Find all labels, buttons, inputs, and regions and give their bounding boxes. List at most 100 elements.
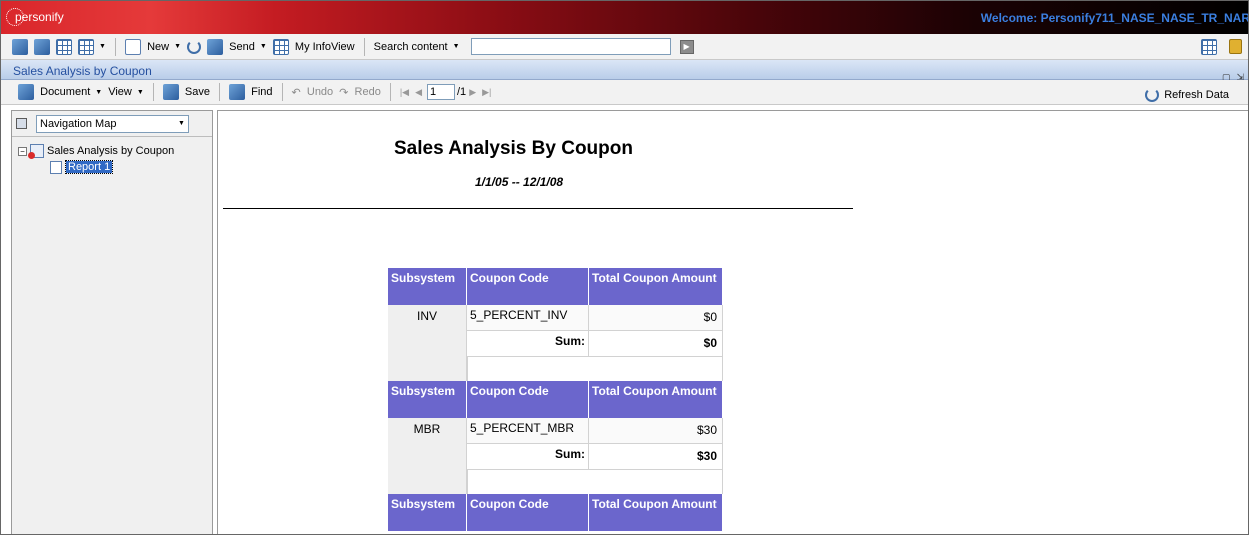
send-button[interactable]: Send ▼: [204, 37, 270, 57]
blank-row: [467, 470, 723, 494]
table-header: Subsystem Coupon Code Total Coupon Amoun…: [388, 268, 723, 305]
document-menu[interactable]: Document ▼: [15, 82, 105, 102]
next-page-icon[interactable]: ▶: [469, 87, 476, 98]
undo-icon: ↶: [291, 86, 301, 99]
top-banner: personify Welcome: Personify711_NASE_NAS…: [1, 1, 1248, 34]
preferences-icon[interactable]: [1201, 39, 1217, 55]
send-icon: [207, 38, 224, 55]
collapse-panel-icon[interactable]: [16, 118, 27, 129]
subsystem-cell: MBR: [388, 418, 467, 494]
view-menu-label: View: [108, 86, 132, 98]
tree-item-report-1[interactable]: Report 1: [18, 159, 212, 175]
my-infoview-button[interactable]: My InfoView: [270, 37, 358, 57]
home-button[interactable]: [9, 37, 31, 57]
tree-root-label: Sales Analysis by Coupon: [47, 145, 175, 157]
header-total-amount: Total Coupon Amount: [589, 494, 723, 531]
sum-label: Sum:: [467, 444, 589, 469]
report-document-icon: [28, 144, 44, 159]
search-scope-button[interactable]: Search content ▼: [371, 37, 463, 57]
document-title: Sales Analysis by Coupon: [13, 64, 152, 78]
search-input[interactable]: [470, 38, 671, 55]
report-date-range: 1/1/05 -- 12/1/08: [475, 175, 564, 189]
send-label: Send: [229, 40, 255, 53]
collapse-toggle-icon[interactable]: −: [18, 146, 27, 156]
report-divider: [223, 208, 853, 209]
document-icon: [18, 84, 34, 100]
documents-icon: [56, 38, 72, 55]
undo-button[interactable]: ↶ Undo: [289, 82, 337, 102]
lock-icon[interactable]: [1229, 39, 1242, 54]
undo-label: Undo: [306, 86, 334, 98]
chevron-down-icon: ▼: [136, 88, 144, 96]
table-row: 5_PERCENT_INV $0: [467, 305, 723, 331]
new-document-icon: [124, 38, 141, 55]
sum-label: Sum:: [467, 331, 589, 356]
header-coupon-code: Coupon Code: [467, 494, 589, 531]
home-icon: [12, 38, 28, 55]
chevron-down-icon: ▼: [178, 120, 185, 127]
navigation-selector[interactable]: Navigation Map ▼: [36, 114, 189, 133]
save-button[interactable]: Save: [160, 82, 213, 102]
tree-item-root[interactable]: − Sales Analysis by Coupon: [18, 143, 212, 159]
documents-button[interactable]: [53, 37, 75, 57]
app-window: personify Welcome: Personify711_NASE_NAS…: [0, 0, 1249, 535]
layout-button[interactable]: ▼: [75, 37, 109, 57]
report-section: Subsystem Coupon Code Total Coupon Amoun…: [388, 494, 723, 531]
table-body: INV 5_PERCENT_INV $0 Sum: $0: [388, 305, 723, 381]
navigation-panel: Navigation Map ▼ − Sales Analysis by Cou…: [11, 110, 213, 534]
report-section: Subsystem Coupon Code Total Coupon Amoun…: [388, 381, 723, 494]
first-page-icon[interactable]: |◀: [400, 87, 409, 98]
favorites-button[interactable]: [31, 37, 53, 57]
save-label: Save: [184, 86, 210, 98]
navigation-selector-value: Navigation Map: [40, 117, 117, 130]
redo-button[interactable]: ↷ Redo: [336, 82, 384, 102]
amount-cell: $30: [589, 418, 723, 443]
header-subsystem: Subsystem: [388, 381, 467, 418]
chevron-down-icon: ▼: [99, 43, 106, 50]
table-header: Subsystem Coupon Code Total Coupon Amoun…: [388, 494, 723, 531]
refresh-data-label: Refresh Data: [1164, 89, 1229, 101]
find-label: Find: [251, 86, 273, 98]
redo-icon: ↷: [339, 86, 349, 99]
document-toolbar: Document ▼ View ▼ Save Find ↶ Undo ↷ Redo …: [1, 80, 1248, 105]
logo-text: personify: [15, 10, 64, 24]
toolbar-divider: [363, 37, 365, 56]
header-total-amount: Total Coupon Amount: [589, 381, 723, 418]
header-coupon-code: Coupon Code: [467, 381, 589, 418]
page-number-input[interactable]: [427, 84, 455, 100]
view-menu[interactable]: View ▼: [105, 82, 147, 102]
sum-value: $30: [589, 444, 723, 469]
find-button[interactable]: Find: [226, 82, 276, 102]
sync-button[interactable]: [184, 37, 204, 57]
favorites-icon: [34, 38, 50, 55]
document-title-bar: Sales Analysis by Coupon ▁▢⇲: [1, 60, 1248, 82]
chevron-down-icon: ▼: [95, 88, 103, 96]
refresh-data-button[interactable]: Refresh Data: [1142, 85, 1232, 105]
toolbar-divider: [219, 83, 220, 101]
save-icon: [162, 84, 179, 100]
search-scope-label: Search content: [373, 40, 448, 53]
report-title: Sales Analysis By Coupon: [394, 138, 633, 159]
binoculars-icon: [229, 84, 245, 100]
chevron-down-icon: ▼: [259, 43, 267, 50]
toolbar-divider: [152, 83, 154, 101]
amount-cell: $0: [589, 305, 723, 330]
new-button[interactable]: New ▼: [122, 37, 184, 57]
toolbar-right-group: [1201, 39, 1242, 55]
header-total-amount: Total Coupon Amount: [589, 268, 723, 305]
search-go-button[interactable]: ▶: [679, 39, 694, 54]
navigation-panel-header: Navigation Map ▼: [12, 111, 212, 137]
chevron-down-icon: ▼: [174, 43, 182, 50]
refresh-icon: [1145, 88, 1160, 102]
tree-child-label: Report 1: [64, 160, 114, 174]
sum-row: Sum: $30: [467, 444, 723, 470]
report-section: Subsystem Coupon Code Total Coupon Amoun…: [388, 268, 723, 381]
last-page-icon[interactable]: ▶|: [482, 87, 491, 98]
my-infoview-label: My InfoView: [294, 40, 355, 53]
chevron-down-icon: ▼: [452, 43, 460, 50]
header-coupon-code: Coupon Code: [467, 268, 589, 305]
toolbar-divider: [114, 37, 116, 56]
previous-page-icon[interactable]: ◀: [415, 87, 422, 98]
document-menu-label: Document: [40, 86, 91, 98]
toolbar-divider: [281, 83, 283, 101]
